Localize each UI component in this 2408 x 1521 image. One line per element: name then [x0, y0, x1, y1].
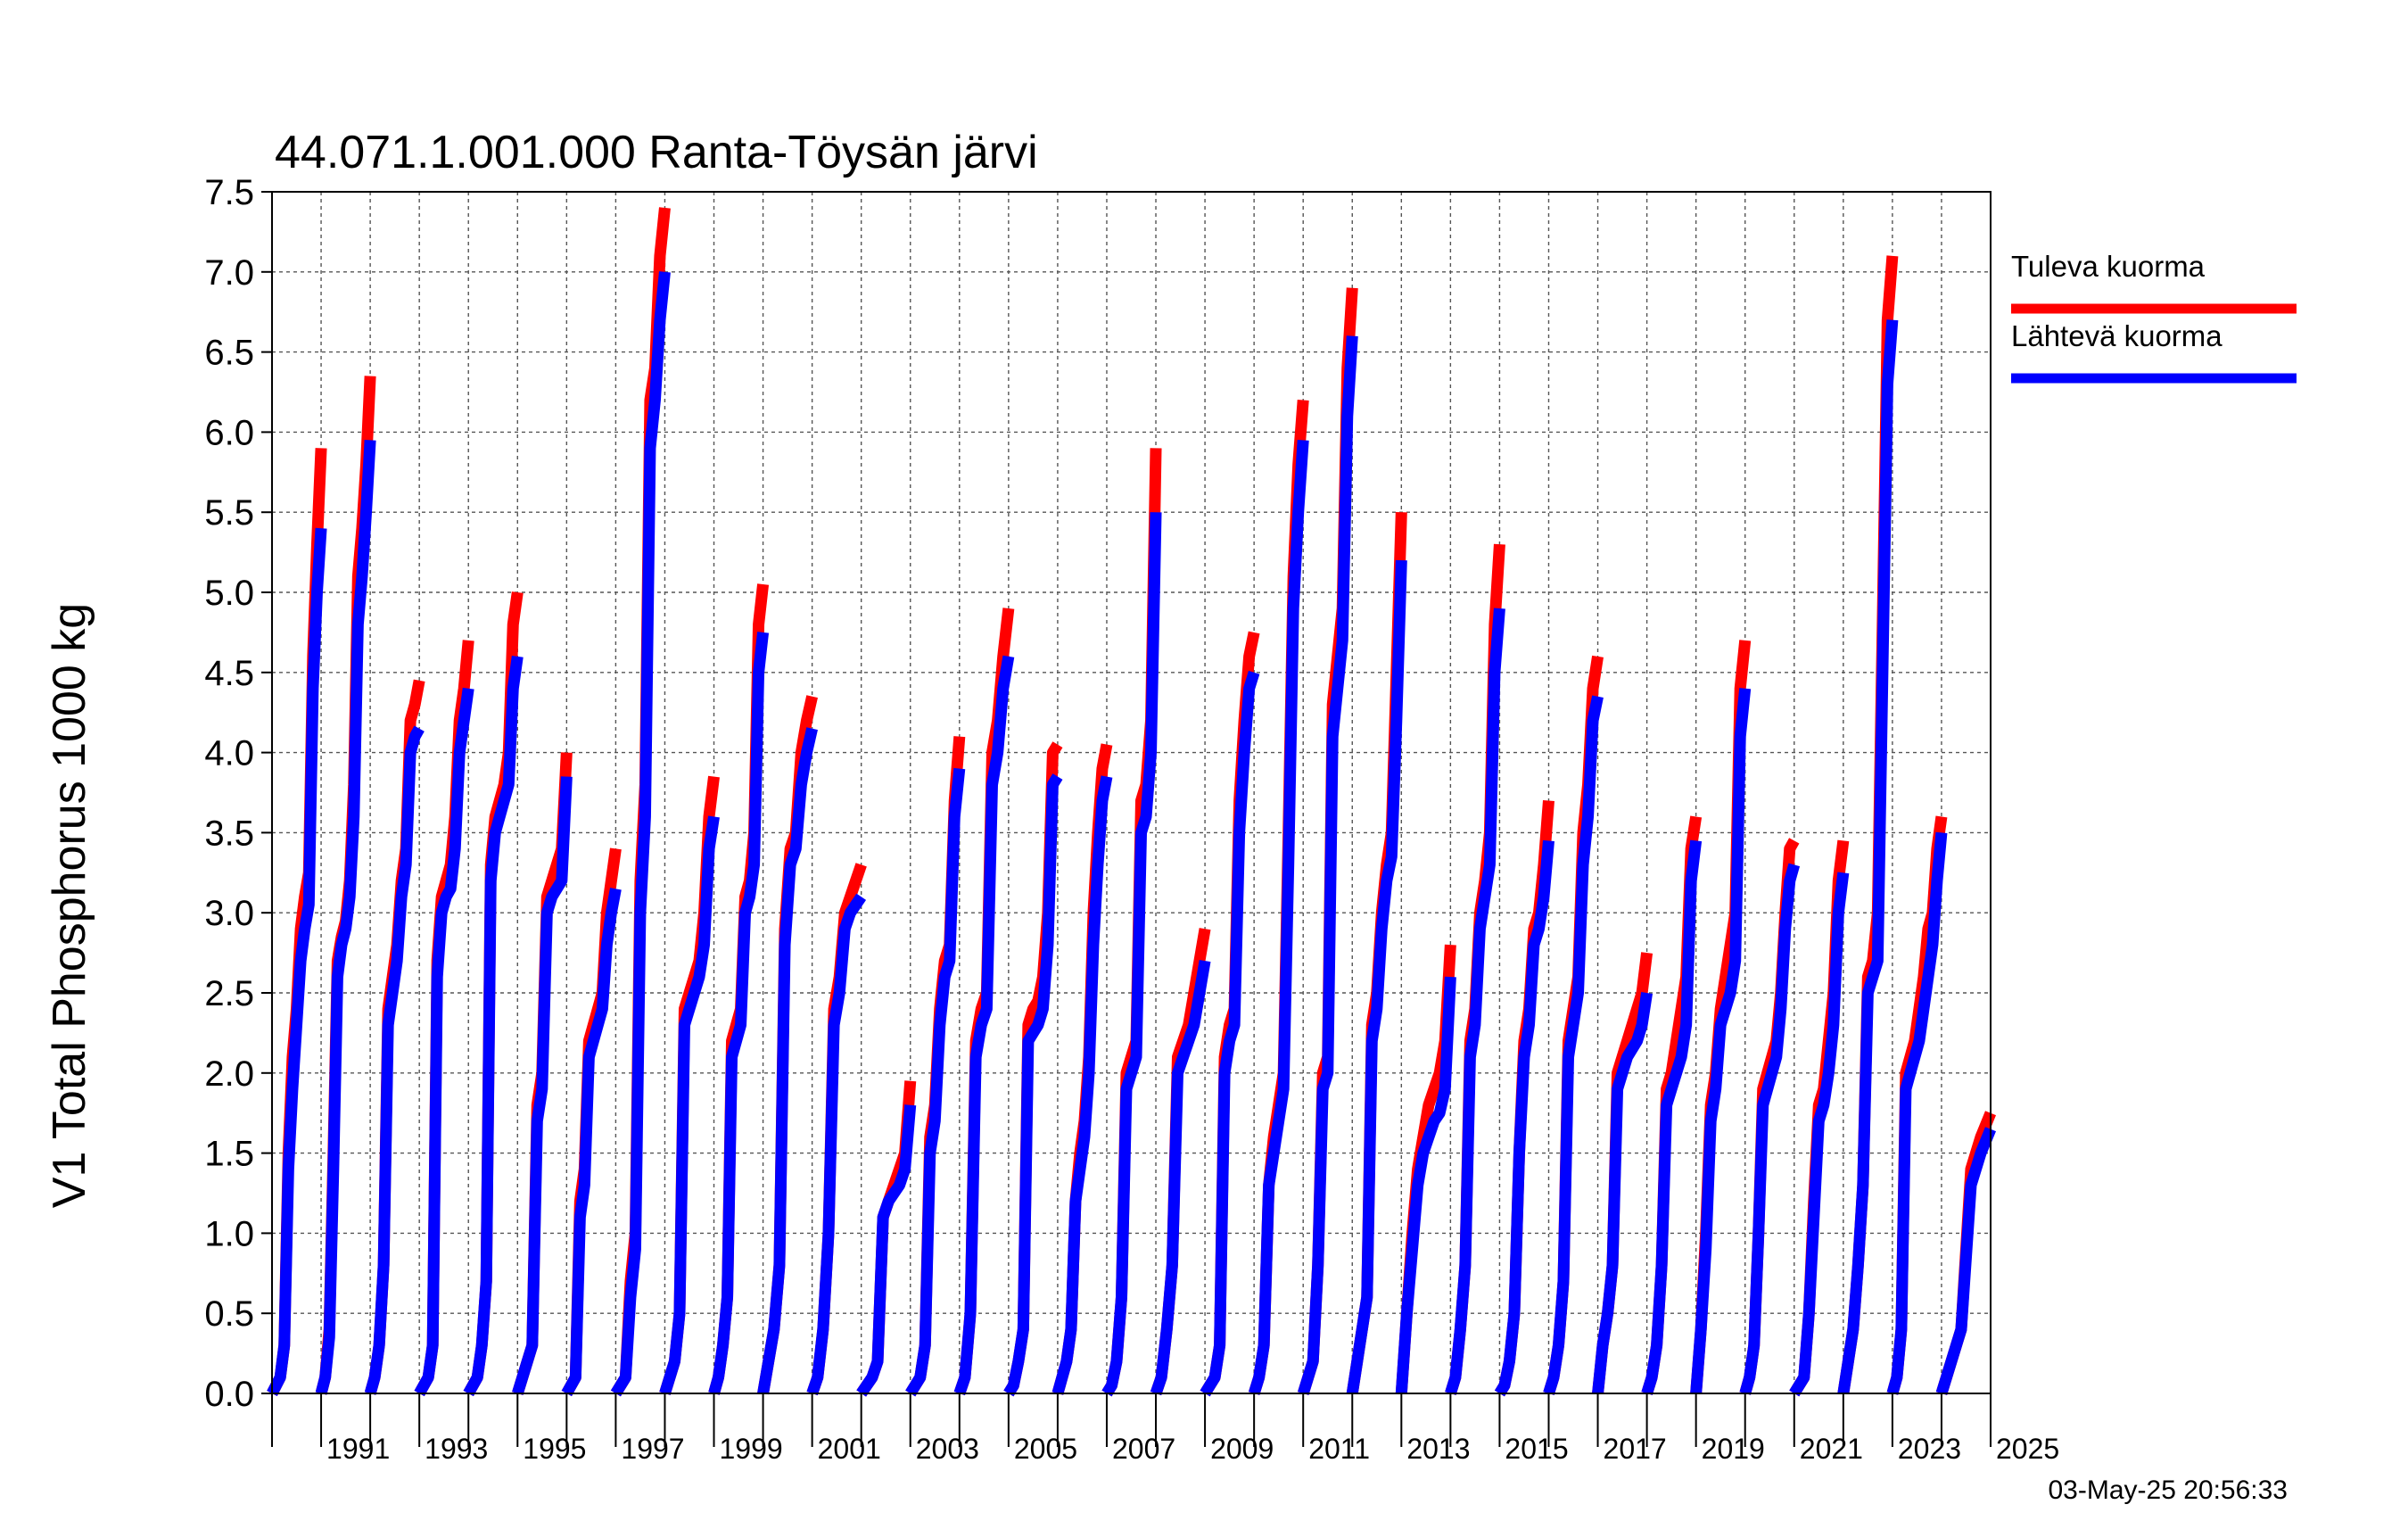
chart-root: 44.071.1.001.000 Ranta-Töysän järvi V1 T… — [0, 0, 2408, 1517]
series-line — [856, 1104, 917, 1397]
y-tick-label: 4.0 — [204, 734, 254, 773]
series-line — [267, 527, 327, 1396]
series-line — [659, 815, 720, 1395]
legend-label: Lähtevä kuorma — [2011, 319, 2222, 352]
x-tick-label: 2017 — [1604, 1433, 1667, 1465]
x-tick-label: 2011 — [1308, 1433, 1370, 1465]
x-tick-label: 2021 — [1800, 1433, 1863, 1465]
chart-svg: 44.071.1.001.000 Ranta-Töysän järvi V1 T… — [44, 127, 2297, 1505]
x-tick-label: 2009 — [1210, 1433, 1274, 1465]
y-tick-label: 6.5 — [204, 334, 254, 373]
x-tick-label: 1993 — [425, 1433, 488, 1465]
y-tick-label: 3.5 — [204, 814, 254, 853]
series-line — [1690, 688, 1752, 1394]
series-line — [1346, 559, 1407, 1394]
y-axis-label: V1 Total Phosphorus 1000 kg — [44, 603, 95, 1208]
legend-label: Tuleva kuorma — [2011, 250, 2206, 283]
x-tick-label: 2013 — [1406, 1433, 1470, 1465]
series-layer — [267, 207, 1997, 1397]
y-tick-label: 1.0 — [204, 1214, 254, 1253]
y-tick-label: 7.0 — [204, 253, 254, 293]
y-tick-label: 0.0 — [204, 1375, 254, 1414]
y-tick-label: 3.0 — [204, 894, 254, 933]
y-tick-label: 4.5 — [204, 654, 254, 693]
x-tick-label: 1995 — [523, 1433, 586, 1465]
x-tick-label: 1997 — [621, 1433, 684, 1465]
y-tick-label: 5.0 — [204, 574, 254, 613]
x-tick-label: 2019 — [1702, 1433, 1765, 1465]
y-tick-label: 6.0 — [204, 413, 254, 452]
timestamp: 03-May-25 20:56:33 — [2048, 1476, 2288, 1505]
series-line — [1543, 695, 1604, 1395]
series-line — [1297, 335, 1358, 1395]
series-line — [1641, 839, 1703, 1395]
x-tick-label: 2025 — [1996, 1433, 2059, 1465]
series-line — [561, 888, 622, 1397]
series-line — [1248, 439, 1309, 1395]
x-tick-label: 2003 — [916, 1433, 979, 1465]
series-line — [512, 776, 573, 1395]
series-line — [806, 893, 867, 1396]
x-tick-label: 2023 — [1898, 1433, 1961, 1465]
chart-title: 44.071.1.001.000 Ranta-Töysän järvi — [275, 127, 1038, 178]
series-line — [1003, 773, 1063, 1397]
series-line — [1494, 839, 1554, 1397]
y-tick-label: 2.5 — [204, 974, 254, 1013]
y-tick-label: 5.5 — [204, 493, 254, 533]
y-tick-label: 0.5 — [204, 1294, 254, 1334]
series-line — [905, 767, 966, 1397]
x-tick-label: 1999 — [720, 1433, 783, 1465]
series-line — [1837, 319, 1899, 1394]
series-line — [953, 655, 1015, 1396]
series-line — [757, 727, 818, 1395]
x-tick-label: 2015 — [1505, 1433, 1568, 1465]
series-line — [708, 632, 770, 1395]
series-line — [364, 725, 425, 1395]
series-line — [1445, 608, 1505, 1395]
y-tick-label: 7.5 — [204, 173, 254, 212]
series-line — [315, 440, 376, 1395]
legend: Tuleva kuorma Lähtevä kuorma — [2011, 250, 2297, 384]
x-tick-label: 2007 — [1112, 1433, 1175, 1465]
series-line — [414, 687, 474, 1397]
y-tick-label: 2.0 — [204, 1054, 254, 1094]
x-tick-label: 1991 — [326, 1433, 390, 1465]
series-line — [463, 655, 524, 1397]
series-line — [1101, 512, 1162, 1397]
series-line — [1395, 976, 1456, 1394]
series-line — [1150, 959, 1211, 1396]
y-tick-label: 1.5 — [204, 1135, 254, 1174]
x-tick-label: 2001 — [818, 1433, 881, 1465]
series-line — [1739, 863, 1801, 1395]
series-line — [1200, 670, 1260, 1397]
x-tick-label: 2005 — [1014, 1433, 1077, 1465]
series-line — [1886, 831, 1948, 1395]
series-line — [1789, 872, 1850, 1397]
